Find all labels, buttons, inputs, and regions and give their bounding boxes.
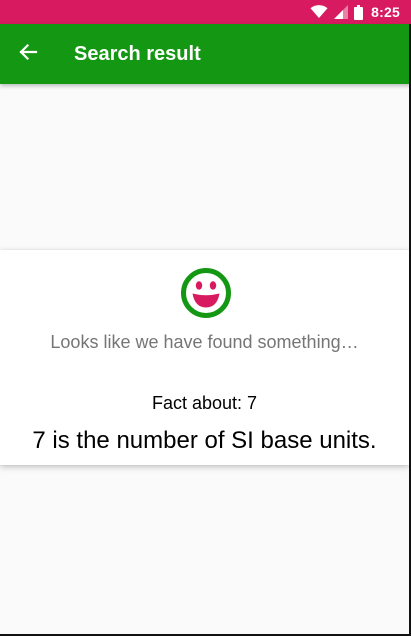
status-icons — [310, 4, 364, 20]
wifi-icon — [310, 5, 328, 19]
search-status-text: Looks like we have found something… — [50, 332, 359, 352]
battery-icon — [354, 4, 364, 20]
back-button[interactable] — [0, 26, 56, 82]
app-bar: Search result — [0, 24, 411, 84]
page-title: Search result — [74, 42, 201, 65]
fact-text: 7 is the number of SI base units. — [32, 427, 377, 454]
fact-label: Fact about: 7 — [151, 393, 258, 413]
status-time: 8:25 — [371, 4, 400, 20]
smiley-face-icon — [180, 267, 232, 319]
status-bar: 8:25 — [0, 0, 411, 24]
signal-icon — [334, 5, 349, 19]
search-result-screen: 8:25 Search result Looks like we have fo… — [0, 0, 411, 636]
arrow-left-icon — [18, 42, 38, 67]
result-card: Looks like we have found something… Fact… — [0, 250, 409, 465]
